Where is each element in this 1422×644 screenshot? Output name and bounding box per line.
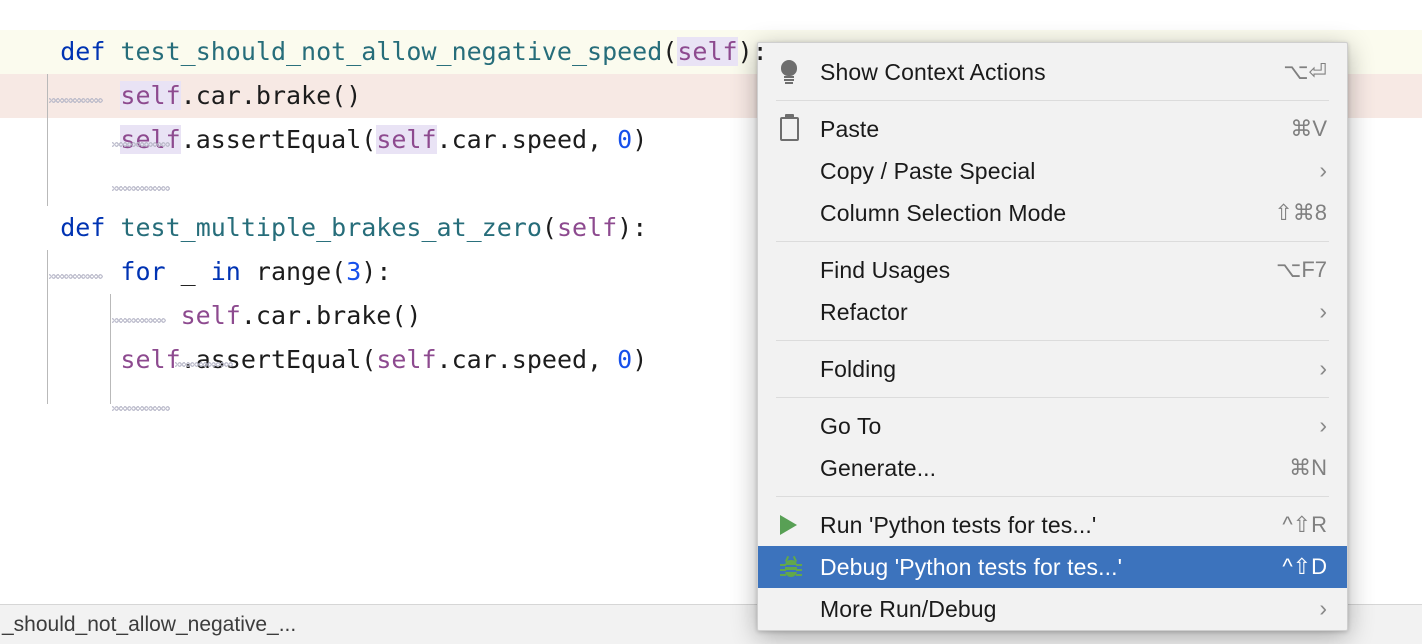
- code-token: self: [120, 345, 180, 374]
- code-token: _: [166, 257, 211, 286]
- menu-item-label: Generate...: [820, 455, 1271, 482]
- menu-item-paste[interactable]: Paste⌘V: [758, 108, 1347, 150]
- code-token: .car.speed,: [437, 345, 618, 374]
- code-token: [0, 37, 60, 66]
- code-token: def: [60, 37, 105, 66]
- debug-bug-icon: [780, 556, 820, 578]
- code-token: 3: [346, 257, 361, 286]
- inspection-squiggle: [49, 98, 103, 103]
- menu-separator: [776, 100, 1329, 101]
- code-token: in: [211, 257, 241, 286]
- clipboard-icon: [780, 117, 820, 141]
- menu-item-more-run-debug[interactable]: More Run/Debug›: [758, 588, 1347, 630]
- menu-item-label: Copy / Paste Special: [820, 158, 1301, 185]
- menu-separator: [776, 340, 1329, 341]
- code-token: .assertEqual(: [181, 345, 377, 374]
- code-token: [105, 37, 120, 66]
- code-token: 0: [617, 345, 632, 374]
- code-token: self: [120, 81, 180, 110]
- chevron-right-icon: ›: [1301, 300, 1327, 323]
- code-token: 0: [617, 125, 632, 154]
- code-token: ):: [617, 213, 647, 242]
- menu-item-find-usages[interactable]: Find Usages⌥F7: [758, 249, 1347, 291]
- menu-item-label: Show Context Actions: [820, 59, 1265, 86]
- code-token: [0, 257, 120, 286]
- code-token: .car.speed,: [437, 125, 618, 154]
- menu-item-shortcut: ⌥⏎: [1265, 59, 1327, 85]
- chevron-right-icon: ›: [1301, 159, 1327, 182]
- menu-item-run-python-tests[interactable]: Run 'Python tests for tes...'^⇧R: [758, 504, 1347, 546]
- code-token: ): [632, 125, 647, 154]
- menu-item-shortcut: ^⇧R: [1264, 512, 1327, 538]
- menu-item-label: Go To: [820, 413, 1301, 440]
- menu-item-label: Find Usages: [820, 257, 1258, 284]
- code-token: [105, 213, 120, 242]
- menu-item-label: Column Selection Mode: [820, 200, 1256, 227]
- menu-item-go-to[interactable]: Go To›: [758, 405, 1347, 447]
- code-token: for: [120, 257, 165, 286]
- code-token: .assertEqual(: [181, 125, 377, 154]
- menu-item-label: Debug 'Python tests for tes...': [820, 554, 1264, 581]
- code-token: .car.brake(): [241, 301, 422, 330]
- menu-item-label: Folding: [820, 356, 1301, 383]
- menu-item-generate[interactable]: Generate...⌘N: [758, 447, 1347, 489]
- code-token: (: [542, 213, 557, 242]
- menu-item-label: More Run/Debug: [820, 596, 1301, 623]
- code-token: test_should_not_allow_negative_speed: [120, 37, 662, 66]
- menu-separator: [776, 496, 1329, 497]
- menu-item-shortcut: ⇧⌘8: [1256, 200, 1327, 226]
- menu-item-label: Refactor: [820, 299, 1301, 326]
- inspection-squiggle: [112, 142, 170, 147]
- breadcrumb[interactable]: _should_not_allow_negative_...: [0, 613, 296, 637]
- lightbulb-icon: [780, 60, 820, 84]
- code-token: [0, 81, 120, 110]
- code-token: self: [376, 345, 436, 374]
- menu-item-label: Paste: [820, 116, 1272, 143]
- chevron-right-icon: ›: [1301, 357, 1327, 380]
- menu-item-shortcut: ⌘N: [1271, 455, 1327, 481]
- code-token: (: [662, 37, 677, 66]
- inspection-squiggle: [175, 362, 233, 367]
- menu-item-shortcut: ⌘V: [1272, 116, 1327, 142]
- menu-item-refactor[interactable]: Refactor›: [758, 291, 1347, 333]
- menu-item-shortcut: ⌥F7: [1258, 257, 1327, 283]
- menu-item-column-selection-mode[interactable]: Column Selection Mode⇧⌘8: [758, 192, 1347, 234]
- code-token: [0, 301, 181, 330]
- code-token: .car.brake(): [181, 81, 362, 110]
- code-token: [0, 345, 120, 374]
- chevron-right-icon: ›: [1301, 597, 1327, 620]
- code-token: def: [60, 213, 105, 242]
- code-token: ):: [738, 37, 768, 66]
- inspection-squiggle: [112, 406, 170, 411]
- code-token: self: [677, 37, 737, 66]
- run-play-icon: [780, 515, 820, 535]
- inspection-squiggle: [49, 274, 103, 279]
- code-token: [0, 213, 60, 242]
- menu-item-shortcut: ^⇧D: [1264, 554, 1327, 580]
- code-token: self: [181, 301, 241, 330]
- menu-item-copy-paste-special[interactable]: Copy / Paste Special›: [758, 150, 1347, 192]
- menu-separator: [776, 241, 1329, 242]
- chevron-right-icon: ›: [1301, 414, 1327, 437]
- menu-item-debug-python-tests[interactable]: Debug 'Python tests for tes...'^⇧D: [758, 546, 1347, 588]
- code-token: ):: [361, 257, 391, 286]
- context-menu[interactable]: Show Context Actions⌥⏎Paste⌘VCopy / Past…: [757, 42, 1348, 631]
- inspection-squiggle: [112, 186, 170, 191]
- code-token: self: [120, 125, 180, 154]
- code-token: self: [376, 125, 436, 154]
- menu-item-folding[interactable]: Folding›: [758, 348, 1347, 390]
- menu-item-label: Run 'Python tests for tes...': [820, 512, 1264, 539]
- code-token: test_multiple_brakes_at_zero: [120, 213, 541, 242]
- code-token: ): [632, 345, 647, 374]
- code-token: self: [557, 213, 617, 242]
- inspection-squiggle: [112, 318, 166, 323]
- code-token: [0, 125, 120, 154]
- menu-item-show-context-actions[interactable]: Show Context Actions⌥⏎: [758, 51, 1347, 93]
- menu-separator: [776, 397, 1329, 398]
- ide-window: def test_should_not_allow_negative_speed…: [0, 0, 1422, 644]
- code-token: range(: [241, 257, 346, 286]
